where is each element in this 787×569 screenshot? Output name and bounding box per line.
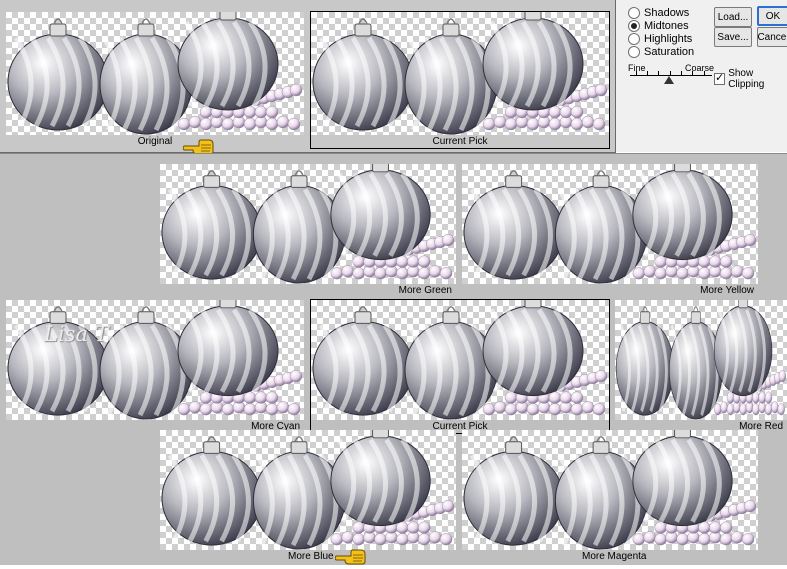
original-preview: Original: [6, 12, 304, 148]
radio-saturation[interactable]: Saturation: [628, 45, 694, 58]
hand-pointer-icon: [334, 548, 371, 566]
ornament-artwork: [312, 300, 608, 420]
radio-saturation-label: Saturation: [644, 45, 695, 58]
more-magenta-image[interactable]: [462, 430, 758, 550]
fine-coarse-slider[interactable]: Fine Coarse: [628, 63, 714, 93]
more-red-image[interactable]: [615, 300, 787, 420]
ornament-artwork: [463, 430, 757, 550]
radio-highlights-button[interactable]: [628, 32, 640, 45]
radio-midtones-label: Midtones: [644, 19, 689, 32]
radio-highlights-label: Highlights: [644, 32, 693, 45]
ornament-artwork: [161, 164, 455, 284]
more-green-image[interactable]: [160, 164, 456, 284]
original-label: Original: [137, 136, 173, 147]
more-cyan-variation[interactable]: More Cyan: [6, 300, 304, 433]
more-blue-variation[interactable]: More Blue: [160, 430, 456, 563]
show-clipping-label: Show Clipping: [728, 68, 765, 90]
radio-midtones[interactable]: Midtones: [628, 19, 689, 32]
more-cyan-image[interactable]: [6, 300, 304, 420]
ornament-artwork: [463, 164, 757, 284]
ornament-artwork: [7, 300, 303, 420]
ok-button[interactable]: OK: [757, 6, 787, 26]
slider-tick: [692, 71, 693, 76]
show-clipping-toggle[interactable]: Show Clipping: [714, 68, 787, 90]
radio-midtones-button[interactable]: [628, 19, 640, 32]
radio-shadows[interactable]: Shadows: [628, 6, 689, 19]
original-image: [6, 12, 304, 135]
slider-tick: [636, 71, 637, 76]
more-magenta-variation[interactable]: More Magenta: [462, 430, 758, 563]
preview-panel: Original Current Pick: [0, 0, 616, 155]
more-yellow-label: More Yellow: [700, 285, 754, 296]
ornament-artwork: [615, 300, 786, 420]
current-pick-preview: Current Pick: [310, 11, 610, 149]
variation-controls: Shadows Midtones Highlights Saturation F…: [616, 0, 787, 152]
current-pick-image: [311, 12, 609, 135]
slider-tick: [647, 71, 648, 76]
more-green-label: More Green: [398, 285, 452, 296]
ornament-artwork: [312, 12, 608, 135]
more-green-variation[interactable]: More Green: [160, 164, 456, 297]
current-pick-variation-image[interactable]: [311, 300, 609, 420]
current-pick-variation[interactable]: Current Pick: [310, 299, 610, 434]
current-pick-label: Current Pick: [432, 136, 488, 147]
more-blue-image[interactable]: [160, 430, 456, 550]
show-clipping-checkbox[interactable]: [714, 71, 726, 85]
cancel-button[interactable]: Cancel: [757, 27, 787, 47]
slider-knob[interactable]: [664, 76, 674, 84]
radio-shadows-button[interactable]: [628, 6, 640, 19]
more-blue-label: More Blue: [288, 551, 334, 562]
more-yellow-image[interactable]: [462, 164, 758, 284]
slider-tick: [681, 71, 682, 76]
radio-shadows-label: Shadows: [644, 6, 690, 19]
load-button[interactable]: Load...: [714, 7, 752, 27]
ornament-artwork: [7, 12, 303, 135]
variations-grid: More Green More Yellow More Cyan Current…: [0, 153, 787, 565]
signature-watermark: Lisa T: [44, 322, 109, 346]
radio-highlights[interactable]: Highlights: [628, 32, 692, 45]
save-button[interactable]: Save...: [714, 27, 752, 47]
slider-tick: [658, 71, 659, 76]
more-red-variation[interactable]: More Red: [615, 300, 787, 433]
coarse-label: Coarse: [684, 63, 714, 73]
radio-saturation-button[interactable]: [628, 45, 640, 58]
more-yellow-variation[interactable]: More Yellow: [462, 164, 758, 297]
slider-tick: [704, 71, 705, 76]
ornament-artwork: [161, 430, 455, 550]
more-magenta-label: More Magenta: [582, 551, 647, 562]
